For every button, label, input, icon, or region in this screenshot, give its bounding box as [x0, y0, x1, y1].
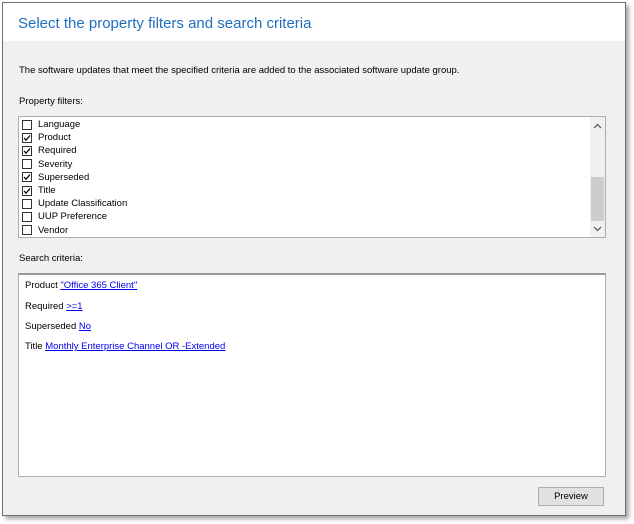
- filter-item-label: Title: [38, 185, 56, 197]
- filter-item-vendor[interactable]: Vendor: [19, 224, 127, 237]
- criteria-value-link[interactable]: No: [79, 321, 91, 332]
- page-description: The software updates that meet the speci…: [19, 65, 460, 76]
- filter-item-label: Superseded: [38, 171, 90, 183]
- criteria-value-link[interactable]: "Office 365 Client": [60, 280, 137, 291]
- filter-checkbox[interactable]: [22, 198, 32, 209]
- filter-item-label: UUP Preference: [38, 211, 107, 223]
- property-filters-list[interactable]: Language Product Required Severity Super…: [18, 116, 606, 238]
- filter-checkbox[interactable]: [22, 145, 32, 156]
- filter-item-update-classification[interactable]: Update Classification: [19, 197, 127, 210]
- criteria-value-link[interactable]: Monthly Enterprise Channel OR -Extended: [45, 341, 225, 352]
- filter-item-required[interactable]: Required: [19, 144, 127, 157]
- criteria-field: Required: [25, 301, 64, 312]
- filter-item-language[interactable]: Language: [19, 118, 127, 131]
- search-criteria-label: Search criteria:: [19, 253, 83, 264]
- filter-checkbox[interactable]: [22, 211, 32, 222]
- filter-checkbox[interactable]: [22, 185, 32, 196]
- filter-checkbox[interactable]: [22, 159, 32, 170]
- filter-checkbox[interactable]: [22, 172, 32, 183]
- criteria-field: Superseded: [25, 321, 77, 332]
- criteria-value-link[interactable]: >=1: [66, 301, 82, 312]
- criteria-field: Product: [25, 280, 58, 291]
- filter-item-label: Update Classification: [38, 198, 128, 210]
- filter-checkbox[interactable]: [22, 225, 32, 236]
- scroll-down-icon[interactable]: [590, 222, 605, 236]
- scroll-up-icon[interactable]: [590, 119, 605, 133]
- filter-checkbox[interactable]: [22, 132, 32, 143]
- wizard-page: Select the property filters and search c…: [2, 2, 626, 516]
- filter-item-label: Required: [38, 145, 77, 157]
- filter-item-label: Severity: [38, 158, 73, 170]
- filter-item-uup-preference[interactable]: UUP Preference: [19, 210, 127, 223]
- filter-item-superseded[interactable]: Superseded: [19, 171, 127, 184]
- criteria-row-title: Title Monthly Enterprise Channel OR -Ext…: [25, 341, 225, 352]
- criteria-row-superseded: Superseded No: [25, 321, 91, 332]
- property-filters-label: Property filters:: [19, 96, 83, 107]
- criteria-row-required: Required >=1: [25, 301, 83, 312]
- filter-item-severity[interactable]: Severity: [19, 158, 127, 171]
- filter-checkbox[interactable]: [22, 119, 32, 130]
- search-criteria-box[interactable]: Product "Office 365 Client" Required >=1…: [18, 273, 606, 477]
- scroll-thumb[interactable]: [591, 177, 604, 221]
- list-scrollbar[interactable]: [590, 117, 605, 237]
- filter-item-label: Vendor: [38, 224, 69, 236]
- page-title: Select the property filters and search c…: [18, 15, 312, 32]
- filter-item-label: Product: [38, 132, 71, 144]
- filter-item-label: Language: [38, 119, 81, 131]
- criteria-row-product: Product "Office 365 Client": [25, 280, 137, 291]
- page-header: Select the property filters and search c…: [3, 3, 625, 41]
- filter-item-product[interactable]: Product: [19, 131, 127, 144]
- filter-item-title[interactable]: Title: [19, 184, 127, 197]
- criteria-field: Title: [25, 341, 43, 352]
- preview-button[interactable]: Preview: [538, 487, 604, 506]
